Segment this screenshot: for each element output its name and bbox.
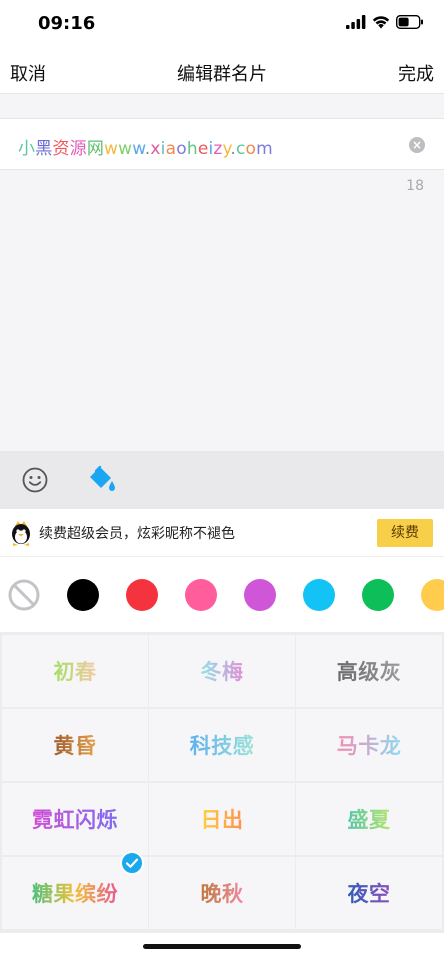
name-char: w bbox=[118, 139, 133, 159]
style-option-label: 霓虹闪烁 bbox=[32, 804, 118, 834]
paint-bucket-icon[interactable] bbox=[88, 465, 118, 495]
style-option[interactable]: 盛夏 bbox=[296, 783, 442, 855]
style-option-label: 晚秋 bbox=[201, 878, 244, 908]
color-swatch-pink[interactable] bbox=[185, 579, 217, 611]
name-char: w bbox=[132, 139, 145, 159]
name-char: 黑 bbox=[35, 139, 53, 159]
signal-icon bbox=[346, 15, 366, 29]
status-time: 09:16 bbox=[38, 13, 96, 34]
selected-check-icon bbox=[120, 851, 144, 875]
style-option[interactable]: 霓虹闪烁 bbox=[2, 783, 148, 855]
edit-group-card-screen: 09:16 取消 编辑群名片 完成 小黑资源网www.xiaoheizy.com… bbox=[0, 0, 444, 960]
style-option-label: 黄昏 bbox=[54, 730, 97, 760]
name-char: 网 bbox=[86, 139, 105, 159]
style-option[interactable]: 科技感 bbox=[149, 709, 295, 781]
color-swatch-red[interactable] bbox=[126, 579, 158, 611]
name-input-text[interactable]: 小黑资源网www.xiaoheizy.com bbox=[18, 134, 274, 162]
style-option-label: 科技感 bbox=[190, 730, 255, 760]
color-swatch-cyan[interactable] bbox=[303, 579, 335, 611]
cancel-button[interactable]: 取消 bbox=[10, 60, 46, 86]
style-option-label: 高级灰 bbox=[337, 656, 402, 686]
home-indicator[interactable] bbox=[143, 944, 301, 949]
style-option[interactable]: 初春 bbox=[2, 635, 148, 707]
char-count: 18 bbox=[406, 178, 424, 194]
style-option-label: 马卡龙 bbox=[337, 730, 402, 760]
color-swatch-black[interactable] bbox=[67, 579, 99, 611]
battery-icon bbox=[396, 15, 423, 29]
style-option[interactable]: 黄昏 bbox=[2, 709, 148, 781]
done-button[interactable]: 完成 bbox=[398, 60, 434, 86]
style-option[interactable]: 晚秋 bbox=[149, 857, 295, 929]
group-card-name-input[interactable]: 小黑资源网www.xiaoheizy.com × bbox=[0, 118, 444, 170]
name-char: 资 bbox=[52, 139, 70, 159]
name-char: e bbox=[197, 139, 209, 159]
status-icons bbox=[346, 15, 424, 29]
name-char: a bbox=[165, 139, 177, 159]
color-palette bbox=[0, 557, 444, 633]
color-swatch-purple[interactable] bbox=[244, 579, 276, 611]
nav-bar: 取消 编辑群名片 完成 bbox=[0, 48, 444, 94]
no-color-icon[interactable] bbox=[8, 579, 40, 611]
name-char: o bbox=[176, 139, 187, 159]
style-grid: 初春 冬梅 高级灰黄昏 科技感 马卡龙霓虹闪烁 日出 盛夏糖果缤纷 晚秋 夜空 bbox=[0, 633, 444, 933]
style-option-label: 初春 bbox=[54, 656, 97, 686]
name-char: 源 bbox=[69, 139, 87, 159]
name-char: m bbox=[256, 139, 273, 159]
page-title: 编辑群名片 bbox=[177, 64, 267, 85]
name-char: c bbox=[236, 139, 246, 159]
name-char: o bbox=[245, 139, 257, 159]
name-char: w bbox=[104, 139, 119, 159]
style-option[interactable]: 日出 bbox=[149, 783, 295, 855]
style-option-label: 冬梅 bbox=[201, 656, 244, 686]
style-option[interactable]: 夜空 bbox=[296, 857, 442, 929]
input-toolbar bbox=[0, 451, 444, 509]
style-option-label: 糖果缤纷 bbox=[32, 878, 118, 908]
renew-button[interactable]: 续费 bbox=[377, 519, 433, 547]
wifi-icon bbox=[372, 16, 390, 29]
vip-banner-text: 续费超级会员，炫彩昵称不褪色 bbox=[39, 526, 235, 542]
style-option[interactable]: 高级灰 bbox=[296, 635, 442, 707]
color-swatch-green[interactable] bbox=[362, 579, 394, 611]
style-option-label: 盛夏 bbox=[348, 804, 391, 834]
clear-icon[interactable]: × bbox=[409, 137, 425, 153]
emoji-icon[interactable] bbox=[22, 467, 48, 493]
status-bar: 09:16 bbox=[0, 0, 444, 48]
style-option[interactable]: 糖果缤纷 bbox=[2, 851, 148, 929]
name-char: z bbox=[213, 139, 223, 159]
style-option[interactable]: 马卡龙 bbox=[296, 709, 442, 781]
style-option[interactable]: 冬梅 bbox=[149, 635, 295, 707]
style-option-label: 日出 bbox=[201, 804, 244, 834]
style-option-label: 夜空 bbox=[348, 878, 391, 908]
name-char: h bbox=[186, 139, 198, 159]
color-swatch-yellow[interactable] bbox=[421, 579, 444, 611]
qq-penguin-icon bbox=[12, 521, 30, 546]
name-char: 小 bbox=[18, 139, 36, 159]
name-char: x bbox=[150, 139, 161, 159]
vip-banner: 续费超级会员，炫彩昵称不褪色 续费 bbox=[0, 509, 444, 557]
